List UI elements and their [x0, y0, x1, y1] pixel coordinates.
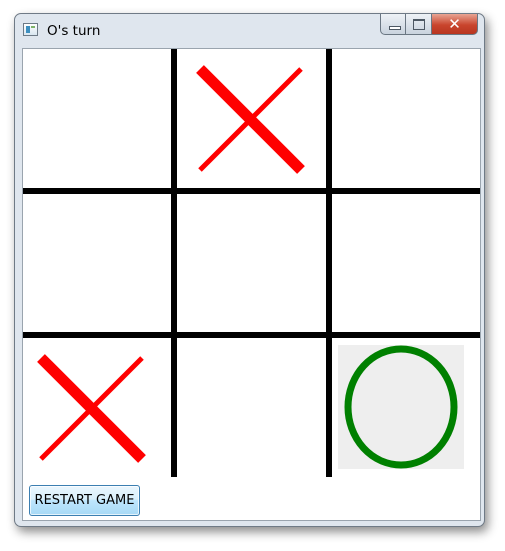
minimize-icon [389, 26, 401, 30]
window-title: O's turn [47, 23, 101, 39]
game-board [23, 49, 480, 477]
board-cell[interactable] [23, 49, 173, 188]
board-cell[interactable] [23, 338, 173, 477]
grid-line-vertical [171, 49, 177, 477]
close-button[interactable]: ✕ [432, 14, 478, 35]
board-cell[interactable] [176, 49, 327, 188]
board-cell[interactable] [176, 194, 327, 333]
grid-line-vertical [326, 49, 332, 477]
window-controls: ✕ [380, 14, 478, 35]
maximize-icon [413, 19, 425, 30]
board-cell[interactable] [23, 194, 173, 333]
board-cell[interactable] [176, 338, 327, 477]
client-area: RESTART GAME [22, 48, 481, 521]
restart-game-button[interactable]: RESTART GAME [29, 485, 140, 516]
grid-line-horizontal [23, 188, 480, 194]
grid-line-horizontal [23, 332, 480, 338]
board-cell[interactable] [331, 49, 480, 188]
maximize-button[interactable] [406, 14, 432, 35]
board-cell[interactable] [331, 194, 480, 333]
app-window-icon [23, 23, 38, 36]
game-window: O's turn ✕ RESTART GAME [14, 13, 485, 527]
close-icon: ✕ [448, 15, 461, 33]
board-cell[interactable] [338, 345, 464, 469]
title-bar[interactable]: O's turn ✕ [15, 14, 484, 47]
minimize-button[interactable] [380, 14, 406, 35]
